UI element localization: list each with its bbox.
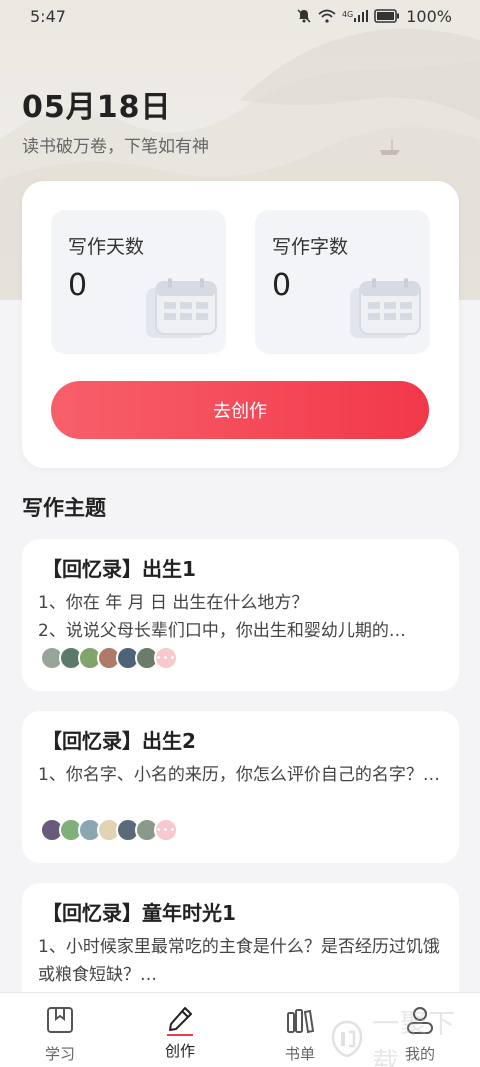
battery-icon (374, 9, 400, 23)
calendar-icon (350, 278, 422, 344)
nav-label: 学习 (44, 1045, 75, 1063)
user-icon (405, 1005, 435, 1039)
writing-stats-card: 写作天数 0 写作字数 0 去创作 (22, 181, 459, 468)
writing-words-label: 写作字数 (272, 236, 349, 258)
topic-card[interactable]: 【回忆录】出生1 1、你在 年 月 日 出生在什么地方？ 2、说说父母长辈们口中… (22, 539, 459, 691)
participant-avatars: ••• (40, 646, 178, 670)
wifi-icon (318, 9, 336, 23)
bookshelf-icon (285, 1005, 315, 1039)
pen-icon (165, 1005, 195, 1036)
section-title-topics: 写作主题 (22, 496, 106, 520)
topic-title: 【回忆录】童年时光1 (42, 901, 236, 925)
topic-description: 1、小时候家里最常吃的主食是什么？是否经历过饥饿或粮食短缺？… (38, 937, 440, 985)
go-create-button[interactable]: 去创作 (51, 381, 429, 439)
writing-words-box[interactable]: 写作字数 0 (255, 210, 430, 354)
nav-item-booklist[interactable]: 书单 (240, 993, 360, 1067)
status-time: 5:47 (30, 6, 66, 26)
topic-card[interactable]: 【回忆录】出生2 1、你名字、小名的来历，你怎么评价自己的名字？… ••• (22, 711, 459, 863)
status-icons: 4G 100% (296, 7, 452, 26)
topic-description: 1、你在 年 月 日 出生在什么地方？ 2、说说父母长辈们口中，你出生和婴幼儿期… (38, 593, 406, 641)
writing-days-value: 0 (68, 268, 88, 303)
writing-words-value: 0 (272, 268, 292, 303)
topic-title: 【回忆录】出生1 (42, 557, 196, 581)
writing-days-label: 写作天数 (68, 236, 145, 258)
nav-item-mine[interactable]: 我的 (360, 993, 480, 1067)
participant-avatars: ••• (40, 818, 178, 842)
network-type: 4G (341, 10, 354, 19)
more-avatars-icon: ••• (154, 818, 178, 842)
writing-days-box[interactable]: 写作天数 0 (51, 210, 226, 354)
calendar-icon (146, 278, 218, 344)
nav-label: 创作 (164, 1042, 195, 1060)
battery-percent: 100% (406, 6, 452, 26)
nav-label: 我的 (404, 1045, 435, 1063)
bottom-navigation: 学习 创作 书单 我的 (0, 992, 480, 1067)
topic-title: 【回忆录】出生2 (42, 729, 196, 753)
nav-item-study[interactable]: 学习 (0, 993, 120, 1067)
date-title: 05月18日 (22, 90, 172, 125)
nav-label: 书单 (284, 1045, 315, 1063)
active-indicator (167, 1034, 193, 1036)
motto-text: 读书破万卷，下笔如有神 (22, 137, 209, 157)
mute-bell-icon (296, 8, 312, 24)
bookmark-icon (45, 1005, 75, 1039)
more-avatars-icon: ••• (154, 646, 178, 670)
signal-icon: 4G (341, 10, 369, 22)
status-bar: 5:47 4G 100% (0, 0, 480, 32)
topic-description: 1、你名字、小名的来历，你怎么评价自己的名字？… (38, 765, 440, 785)
nav-item-create[interactable]: 创作 (120, 993, 240, 1067)
